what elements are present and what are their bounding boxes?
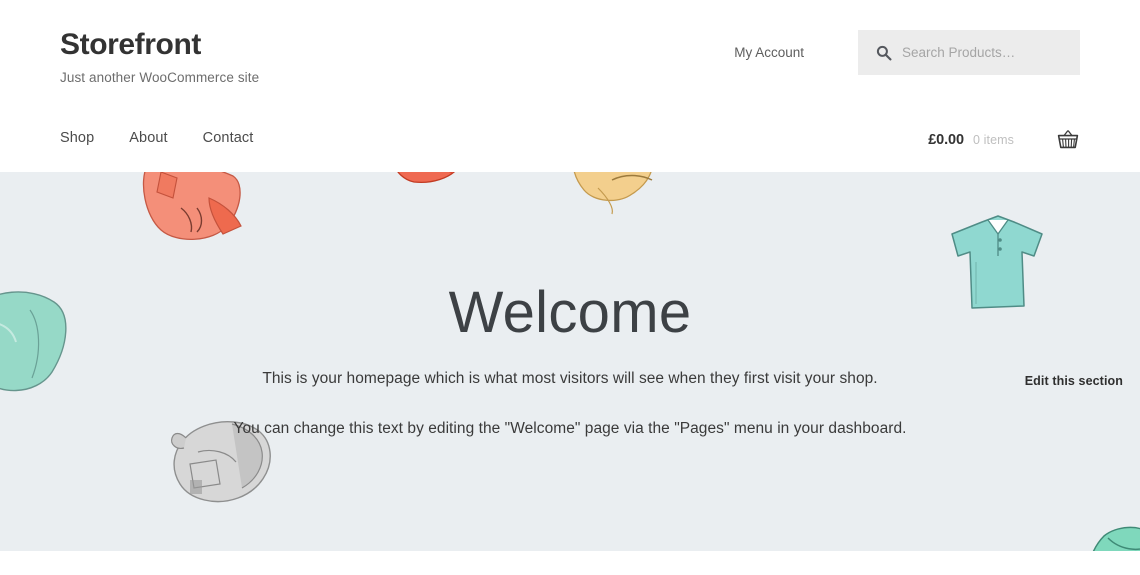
cart-item-count: 0 items [973, 133, 1014, 147]
header-top-row: Storefront Just another WooCommerce site… [60, 0, 1080, 110]
site-header: Storefront Just another WooCommerce site… [0, 0, 1140, 172]
header-utilities: My Account [734, 30, 1080, 75]
red-garment-top-illustration [397, 172, 456, 184]
site-tagline: Just another WooCommerce site [60, 69, 260, 85]
homepage-hero-section: Edit this section Welcome This is your h… [0, 172, 1140, 551]
site-title[interactable]: Storefront [60, 28, 259, 63]
content-area-below-hero [0, 551, 1140, 575]
product-search-form[interactable] [858, 30, 1080, 75]
coral-garment-illustration [142, 172, 242, 241]
site-branding: Storefront Just another WooCommerce site [60, 28, 259, 85]
primary-navigation-bar: Shop About Contact £0.00 0 items [60, 110, 1080, 172]
mint-hoodie-right-illustration [1092, 526, 1140, 551]
my-account-link[interactable]: My Account [734, 45, 832, 60]
nav-item-contact[interactable]: Contact [203, 130, 254, 146]
shopping-basket-icon[interactable] [1056, 128, 1080, 152]
yellow-garment-top-illustration [573, 172, 653, 215]
search-input[interactable] [902, 45, 1072, 60]
search-icon [876, 45, 892, 60]
cart-total-amount: £0.00 [928, 132, 964, 148]
page-title: Welcome [448, 280, 692, 345]
nav-item-shop[interactable]: Shop [60, 130, 94, 146]
primary-menu: Shop About Contact [60, 130, 253, 146]
storefront-page: Storefront Just another WooCommerce site… [0, 0, 1140, 575]
hero-paragraph-1: This is your homepage which is what most… [262, 370, 878, 387]
edit-this-section-link[interactable]: Edit this section [1025, 374, 1123, 388]
cart-contents[interactable]: £0.00 0 items [928, 128, 1080, 152]
nav-item-about[interactable]: About [129, 130, 167, 146]
hero-paragraph-2: You can change this text by editing the … [233, 420, 907, 437]
